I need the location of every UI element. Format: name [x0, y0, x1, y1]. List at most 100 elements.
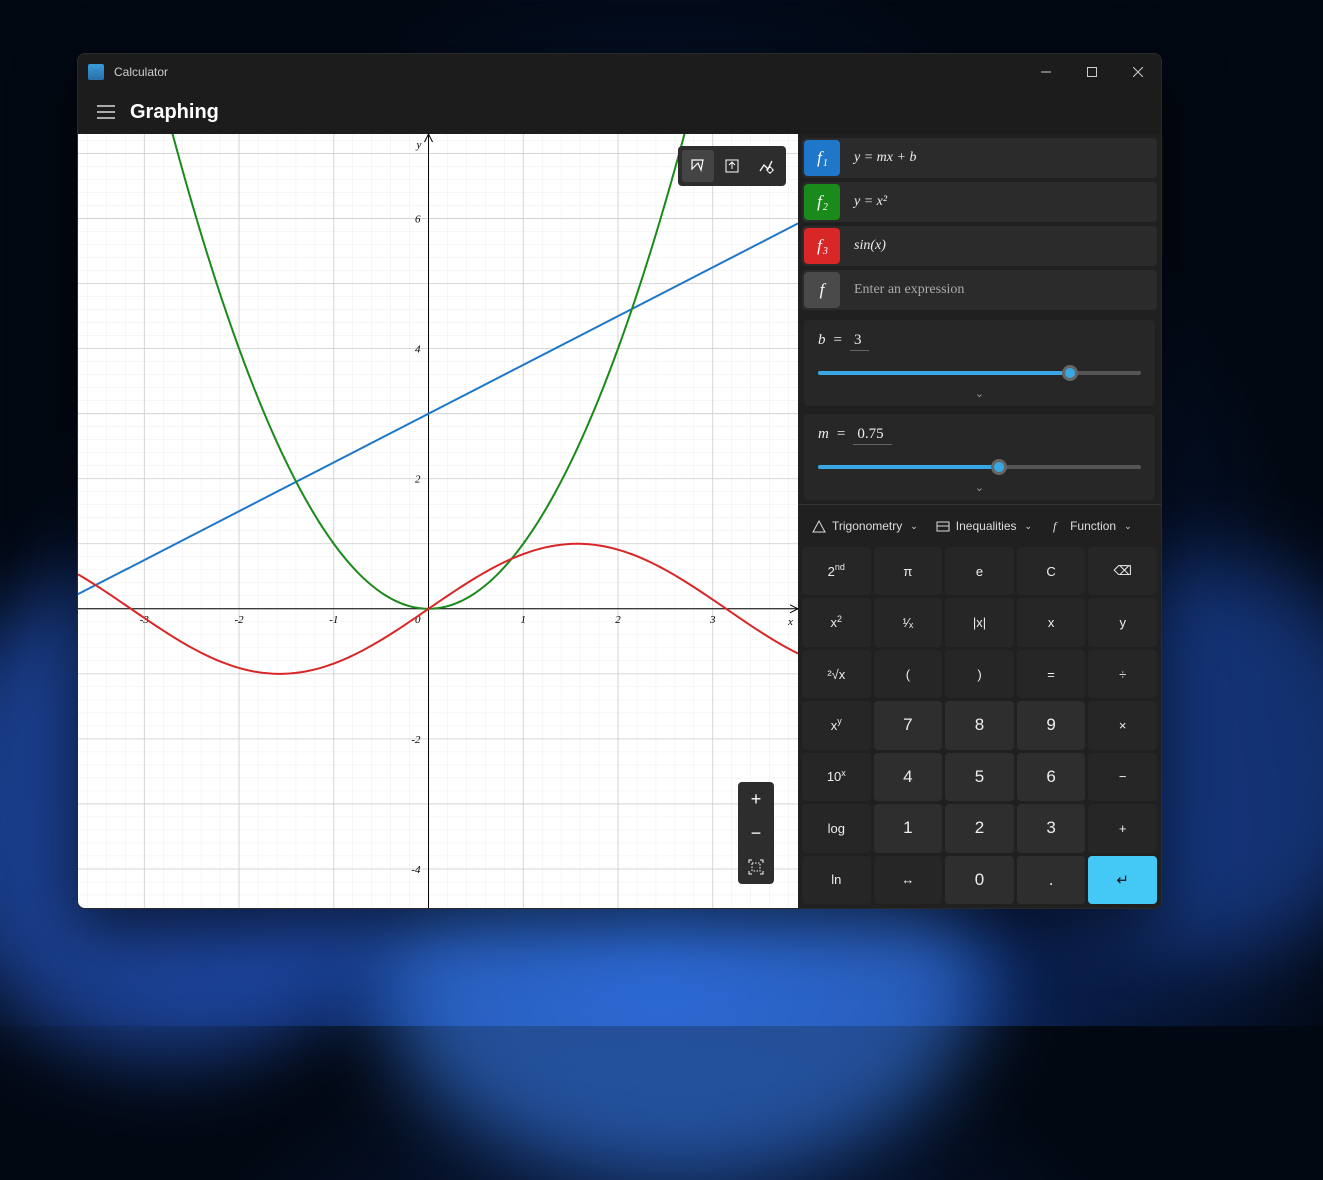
key-x[interactable]: x — [1017, 598, 1086, 646]
key-[interactable]: ↔ — [874, 856, 943, 904]
key-6[interactable]: 6 — [1017, 753, 1086, 801]
graph-settings-button[interactable] — [750, 150, 782, 182]
category-label: Function — [1070, 519, 1116, 533]
equation-row-1[interactable]: f1 y = mx + b — [802, 138, 1157, 178]
key-0[interactable]: 0 — [945, 856, 1014, 904]
svg-text:y: y — [416, 139, 422, 151]
key-[interactable]: + — [1088, 804, 1157, 852]
key-[interactable]: π — [874, 547, 943, 595]
key-5[interactable]: 5 — [945, 753, 1014, 801]
calculator-window: Calculator Graphing -3-2-1123-4-22460xy — [77, 53, 1162, 909]
keypad: 2ndπeC⌫x2¹⁄ₓ|x|xy²√x()=÷xy789×10x456−log… — [798, 547, 1161, 908]
param-b: b=3 ⌄ — [804, 320, 1155, 406]
svg-text:2: 2 — [615, 614, 621, 626]
param-m: m=0.75 ⌄ — [804, 414, 1155, 500]
key-2nd[interactable]: 2nd — [802, 547, 871, 595]
key-[interactable]: . — [1017, 856, 1086, 904]
minimize-button[interactable] — [1023, 54, 1069, 90]
zoom-controls: + − — [738, 782, 774, 884]
key-log[interactable]: log — [802, 804, 871, 852]
svg-text:1: 1 — [521, 614, 527, 626]
titlebar: Calculator — [78, 54, 1161, 90]
equation-badge[interactable]: f1 — [804, 140, 840, 176]
key-2[interactable]: 2 — [945, 804, 1014, 852]
svg-text:x: x — [787, 616, 793, 628]
key-[interactable]: − — [1088, 753, 1157, 801]
param-label: b=3 — [818, 332, 1141, 349]
key-10x[interactable]: 10x — [802, 753, 871, 801]
svg-text:f: f — [1053, 519, 1058, 533]
svg-text:-2: -2 — [411, 734, 421, 746]
svg-text:-2: -2 — [234, 614, 244, 626]
category-label: Trigonometry — [832, 519, 902, 533]
graph-canvas[interactable]: -3-2-1123-4-22460xy + − — [78, 134, 798, 908]
keypad-categories: Trigonometry⌄Inequalities⌄fFunction⌄ — [798, 504, 1161, 547]
key-[interactable]: ( — [874, 650, 943, 698]
category-inequalities[interactable]: Inequalities⌄ — [928, 513, 1040, 539]
equation-badge[interactable]: f3 — [804, 228, 840, 264]
side-panel: f1 y = mx + bf2 y = x²f3 sin(x)f Enter a… — [798, 134, 1161, 908]
equation-row-2[interactable]: f2 y = x² — [802, 182, 1157, 222]
key-4[interactable]: 4 — [874, 753, 943, 801]
graph-toolbar — [678, 146, 786, 186]
key-[interactable]: ⌫ — [1088, 547, 1157, 595]
maximize-button[interactable] — [1069, 54, 1115, 90]
parameters-panel: b=3 ⌄m=0.75 ⌄ — [798, 310, 1161, 504]
key-3[interactable]: 3 — [1017, 804, 1086, 852]
zoom-reset-button[interactable] — [738, 850, 774, 884]
svg-text:4: 4 — [415, 344, 421, 356]
chart-svg: -3-2-1123-4-22460xy — [78, 134, 798, 908]
key-8[interactable]: 8 — [945, 701, 1014, 749]
equation-input-row[interactable]: f Enter an expression — [802, 270, 1157, 310]
equation-expression: y = x² — [854, 194, 887, 210]
param-value[interactable]: 0.75 — [853, 426, 891, 445]
param-slider[interactable] — [818, 457, 1141, 477]
equation-input-placeholder: Enter an expression — [854, 282, 964, 298]
key-C[interactable]: C — [1017, 547, 1086, 595]
key-[interactable]: ÷ — [1088, 650, 1157, 698]
chevron-down-icon[interactable]: ⌄ — [818, 481, 1141, 494]
zoom-out-button[interactable]: − — [738, 816, 774, 850]
param-label: m=0.75 — [818, 426, 1141, 443]
share-button[interactable] — [716, 150, 748, 182]
svg-text:2: 2 — [415, 474, 421, 486]
trace-tool-button[interactable] — [682, 150, 714, 182]
header: Graphing — [78, 90, 1161, 134]
svg-text:-1: -1 — [329, 614, 338, 626]
category-function[interactable]: fFunction⌄ — [1042, 513, 1140, 539]
key-xy[interactable]: xy — [802, 701, 871, 749]
key-[interactable]: ) — [945, 650, 1014, 698]
mode-title: Graphing — [130, 101, 219, 124]
equation-badge[interactable]: f2 — [804, 184, 840, 220]
key-1[interactable]: 1 — [874, 804, 943, 852]
svg-text:-4: -4 — [411, 864, 421, 876]
menu-button[interactable] — [86, 105, 126, 119]
key-y[interactable]: y — [1088, 598, 1157, 646]
param-value[interactable]: 3 — [850, 332, 870, 351]
equation-row-3[interactable]: f3 sin(x) — [802, 226, 1157, 266]
close-button[interactable] — [1115, 54, 1161, 90]
key-x[interactable]: |x| — [945, 598, 1014, 646]
key-x[interactable]: ²√x — [802, 650, 871, 698]
key-[interactable]: ¹⁄ₓ — [874, 598, 943, 646]
key-[interactable]: ↵ — [1088, 856, 1157, 904]
equation-input-badge: f — [804, 272, 840, 308]
zoom-in-button[interactable]: + — [738, 782, 774, 816]
key-[interactable]: × — [1088, 701, 1157, 749]
app-icon — [88, 64, 104, 80]
equation-list: f1 y = mx + bf2 y = x²f3 sin(x)f Enter a… — [798, 134, 1161, 310]
key-ln[interactable]: ln — [802, 856, 871, 904]
svg-text:3: 3 — [709, 614, 716, 626]
key-9[interactable]: 9 — [1017, 701, 1086, 749]
key-e[interactable]: e — [945, 547, 1014, 595]
category-label: Inequalities — [956, 519, 1017, 533]
param-slider[interactable] — [818, 363, 1141, 383]
key-[interactable]: = — [1017, 650, 1086, 698]
svg-text:6: 6 — [415, 214, 421, 226]
key-x2[interactable]: x2 — [802, 598, 871, 646]
equation-expression: y = mx + b — [854, 150, 916, 166]
equation-expression: sin(x) — [854, 238, 886, 254]
key-7[interactable]: 7 — [874, 701, 943, 749]
category-trigonometry[interactable]: Trigonometry⌄ — [804, 513, 926, 539]
chevron-down-icon[interactable]: ⌄ — [818, 387, 1141, 400]
